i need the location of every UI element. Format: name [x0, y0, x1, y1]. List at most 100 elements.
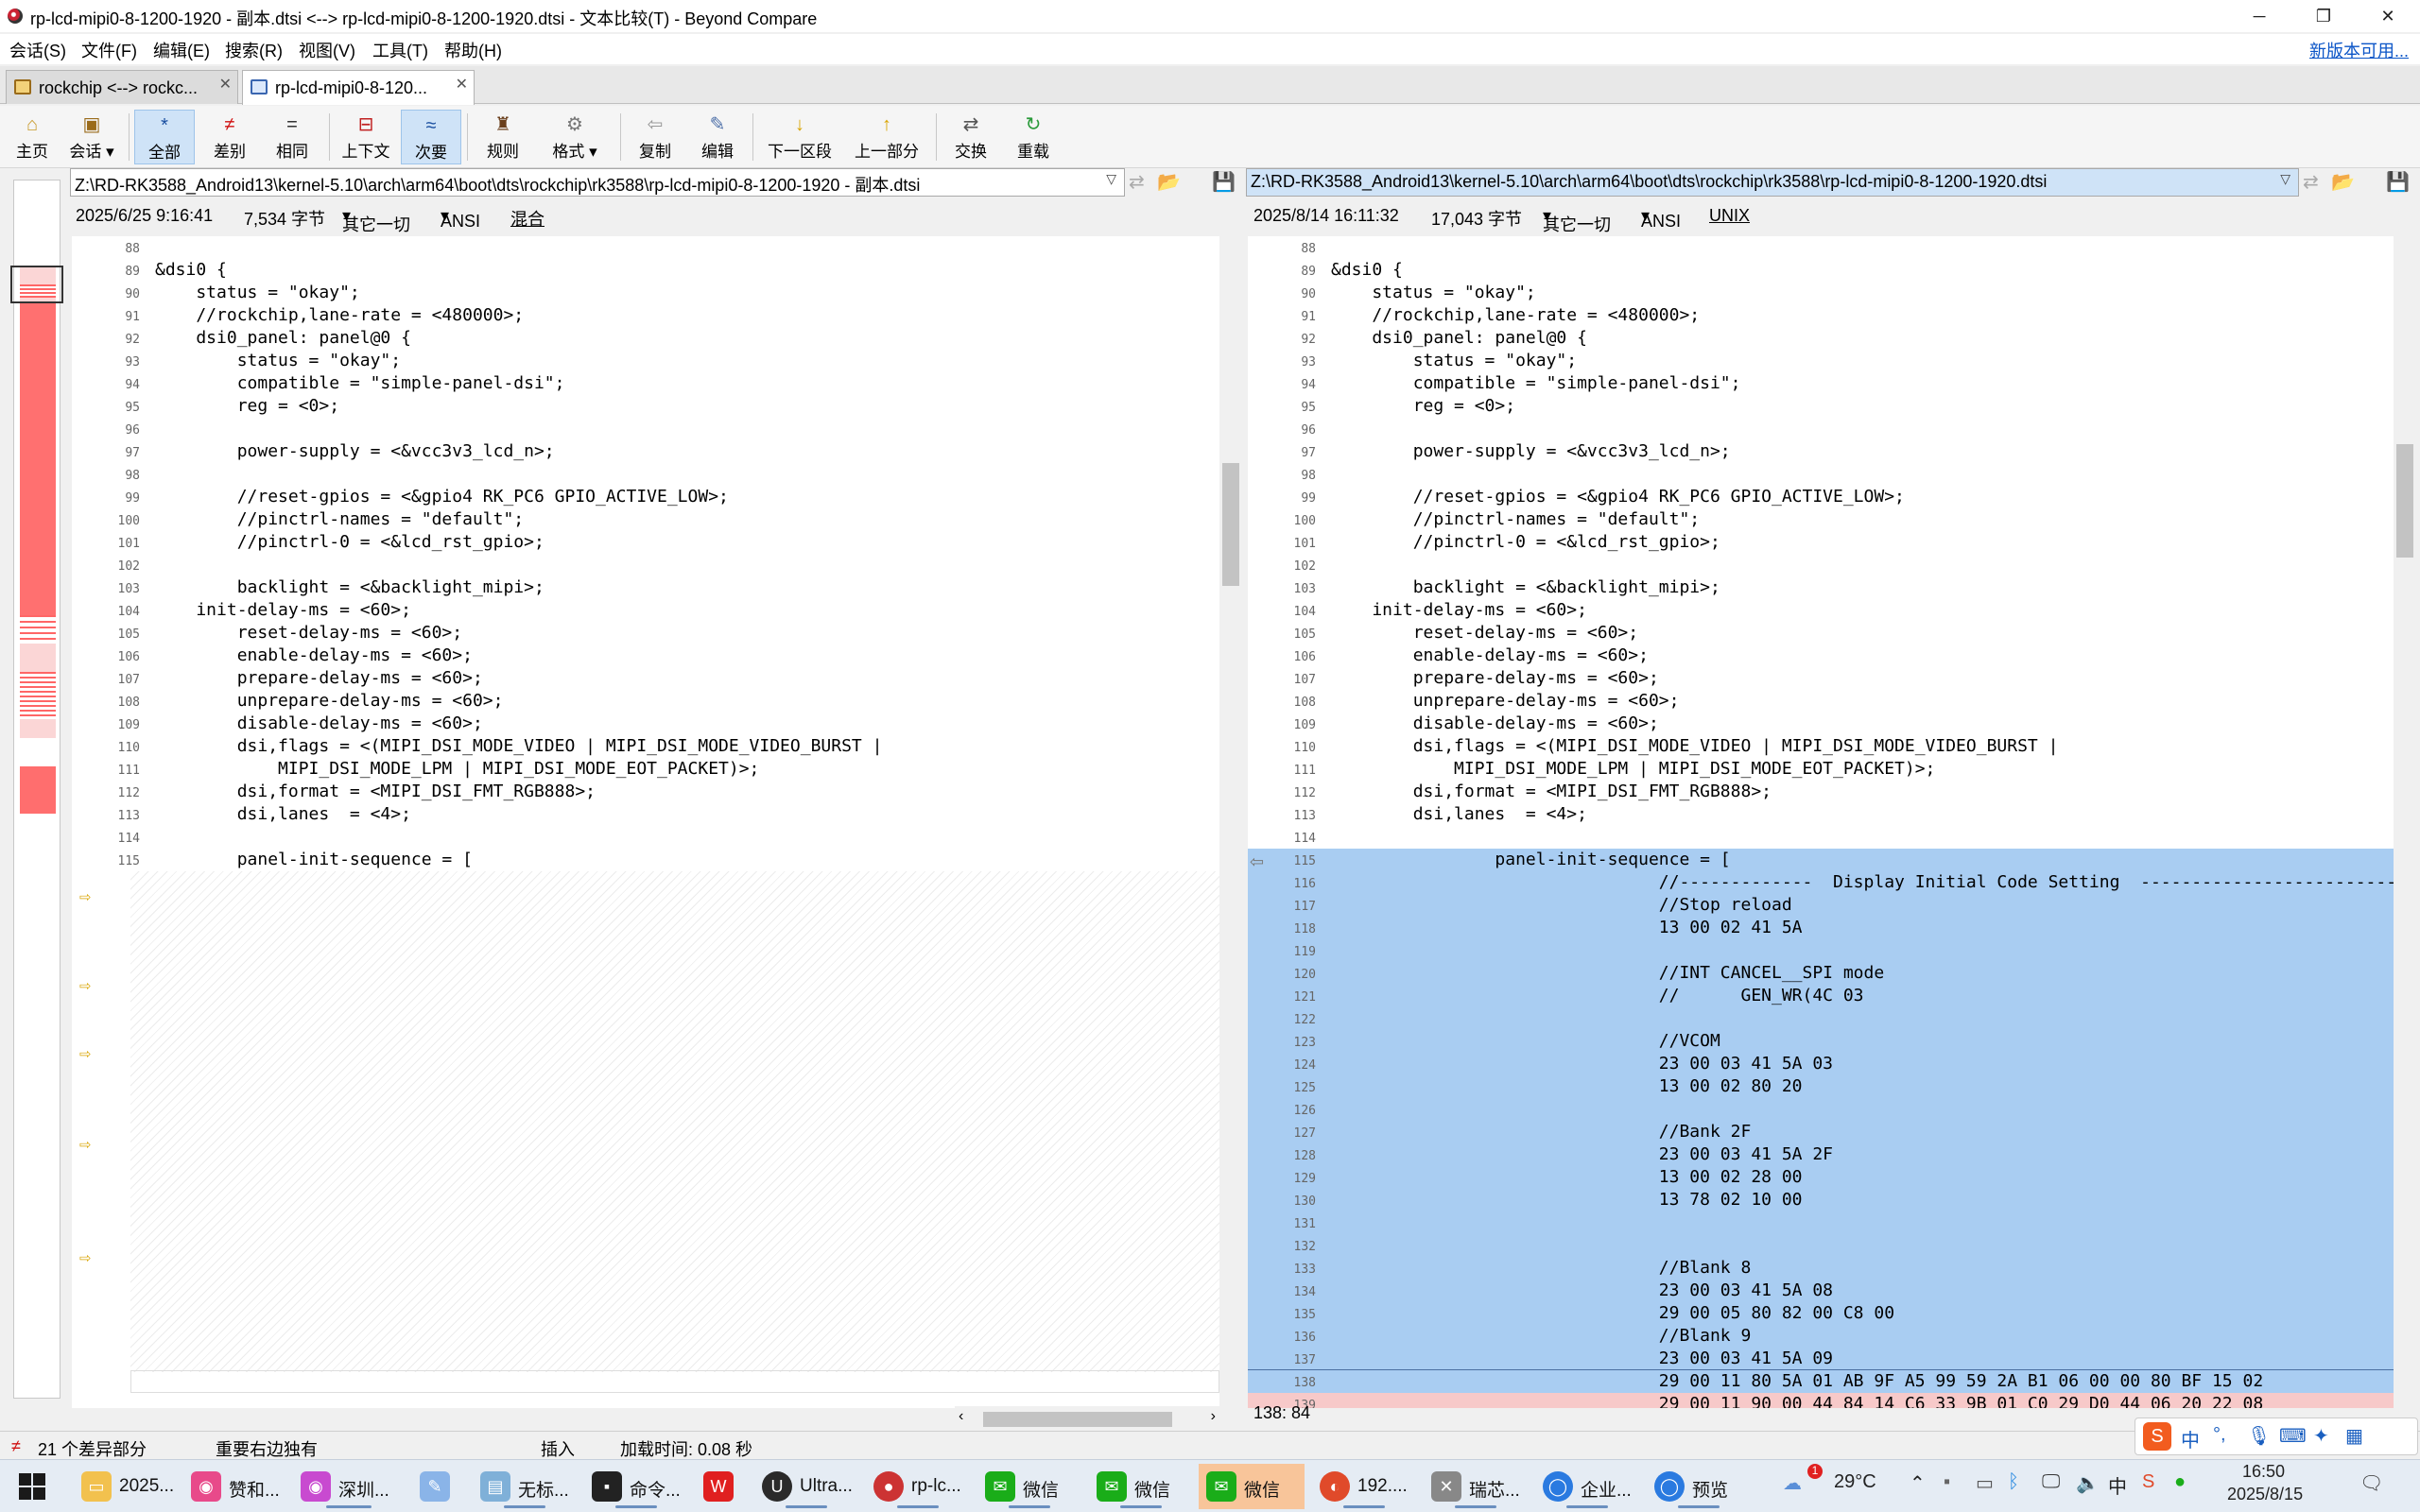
diff-arrow-icon[interactable]: ⇨ [79, 973, 91, 996]
keyboard-icon[interactable]: ⌨ [2279, 1424, 2307, 1448]
session-button[interactable]: ▣ 会话 ▾ [62, 110, 121, 164]
tab-text-compare[interactable]: rp-lcd-mipi0-8-120... ✕ [242, 70, 475, 105]
task-wechat-2[interactable]: ✉ 微信 [1089, 1464, 1193, 1509]
right-open-folder-icon[interactable]: 📂 [2331, 170, 2369, 195]
filter-all-button[interactable]: * 全部 [134, 110, 195, 164]
left-open-folder-icon[interactable]: 📂 [1157, 170, 1195, 195]
task-notepad[interactable]: ▤ 无标... [473, 1464, 577, 1509]
skin-icon[interactable]: ✦ [2313, 1424, 2329, 1448]
scroll-thumb[interactable] [983, 1412, 1172, 1427]
task-beyond-compare[interactable]: ● rp-lc... [866, 1464, 970, 1509]
ime-indicator[interactable]: 中 [2108, 1471, 2127, 1499]
battery-icon[interactable]: ▭ [1976, 1471, 1994, 1495]
close-icon[interactable]: ✕ [456, 75, 468, 94]
scroll-left-icon[interactable]: ‹ [959, 1408, 963, 1425]
left-vertical-scrollbar[interactable] [1219, 236, 1242, 1408]
toolbox-icon[interactable]: ▦ [2345, 1424, 2363, 1448]
task-file-explorer[interactable]: ▭ 2025... [74, 1464, 178, 1509]
right-encoding-dropdown[interactable]: ANSI ▾ [1641, 206, 1681, 231]
clock-date[interactable]: 2025/8/15 [2227, 1485, 2303, 1504]
weather-icon[interactable]: ☁ [1783, 1471, 1802, 1495]
menu-help[interactable]: 帮助(H) [444, 38, 502, 62]
left-horizontal-scrollbar[interactable]: ‹ › [955, 1406, 1219, 1433]
diff-arrow-icon[interactable]: ⇨ [79, 1246, 91, 1268]
minor-button[interactable]: ≈ 次要 [401, 110, 461, 164]
reload-button[interactable]: ↻ 重载 [1004, 110, 1063, 164]
diff-overview-map[interactable] [10, 180, 63, 1399]
menu-edit[interactable]: 编辑(E) [153, 38, 210, 62]
right-save-icon[interactable]: 💾 [2386, 170, 2420, 195]
format-button[interactable]: ⚙ 格式 ▾ [537, 110, 613, 164]
diff-arrow-icon[interactable]: ⇨ [79, 1041, 91, 1064]
filter-diffs-button[interactable]: ≠ 差别 [200, 110, 259, 164]
right-other-dropdown[interactable]: 其它一切 ▾ [1543, 206, 1611, 234]
task-enterprise-chat[interactable]: ◯ 企业... [1535, 1464, 1639, 1509]
task-ultraedit[interactable]: U Ultra... [754, 1464, 858, 1509]
close-button[interactable]: ✕ [2356, 0, 2420, 32]
rules-button[interactable]: ♜ 规则 [473, 110, 533, 164]
task-wps[interactable]: W [696, 1464, 747, 1509]
swap-button[interactable]: ⇄ 交换 [942, 110, 1000, 164]
tab-folder-compare[interactable]: rockchip <--> rockc... ✕ [6, 70, 238, 104]
tray-chevron-up-icon[interactable]: ⌃ [1910, 1471, 1926, 1495]
left-path-input[interactable]: Z:\RD-RK3588_Android13\kernel-5.10\arch\… [70, 168, 1125, 197]
chevron-down-icon[interactable]: ▽ [2280, 171, 2290, 187]
context-button[interactable]: ⊟ 上下文 [335, 110, 397, 164]
punctuation-icon[interactable]: °, [2213, 1424, 2226, 1446]
left-line-ending[interactable]: 混合 [510, 206, 544, 231]
task-wechat-3[interactable]: ✉ 微信 [1199, 1464, 1305, 1509]
task-rockchip-tool[interactable]: ✕ 瑞芯... [1424, 1464, 1528, 1509]
menu-view[interactable]: 视图(V) [299, 38, 355, 62]
chevron-down-icon[interactable]: ▽ [1106, 171, 1116, 187]
microphone-icon[interactable]: 🎙 [2247, 1424, 2271, 1448]
copy-button[interactable]: ⇦ 复制 [626, 110, 684, 164]
ime-chinese-mode[interactable]: 中 [2181, 1425, 2200, 1452]
right-path-input[interactable]: Z:\RD-RK3588_Android13\kernel-5.10\arch\… [1246, 168, 2299, 197]
task-paint[interactable]: ✎ [412, 1464, 467, 1509]
restore-button[interactable]: ❐ [2291, 0, 2356, 32]
menu-tools[interactable]: 工具(T) [372, 38, 428, 62]
menu-session[interactable]: 会话(S) [9, 38, 66, 62]
task-preview[interactable]: ◯ 预览 [1647, 1464, 1751, 1509]
right-line-ending[interactable]: UNIX [1709, 206, 1750, 226]
volume-icon[interactable]: 🔈 [2076, 1471, 2100, 1495]
task-terminal[interactable]: ▪ 命令... [584, 1464, 688, 1509]
menu-search[interactable]: 搜索(R) [225, 38, 283, 62]
scroll-thumb[interactable] [2396, 444, 2413, 558]
left-encoding-dropdown[interactable]: ANSI ▾ [441, 206, 480, 231]
scroll-thumb[interactable] [1222, 463, 1239, 586]
new-version-link[interactable]: 新版本可用... [2309, 38, 2409, 62]
diff-arrow-icon[interactable]: ⇦ [1250, 852, 1264, 872]
bluetooth-icon[interactable]: ᛒ [2008, 1471, 2019, 1493]
filter-same-button[interactable]: = 相同 [263, 110, 321, 164]
diff-arrow-icon[interactable]: ⇨ [79, 885, 91, 907]
task-remote[interactable]: ◐ 192.... [1312, 1464, 1416, 1509]
prev-section-button[interactable]: ↑ 上一部分 [845, 110, 928, 164]
next-section-button[interactable]: ↓ 下一区段 [758, 110, 841, 164]
tray-app-icon[interactable]: ▪ [1944, 1471, 1950, 1493]
clock-time[interactable]: 16:50 [2242, 1462, 2285, 1482]
sogou-icon[interactable]: S [2142, 1471, 2154, 1493]
weather-temp[interactable]: 29°C [1834, 1471, 1876, 1493]
sogou-logo-icon[interactable]: S [2143, 1422, 2171, 1451]
left-other-dropdown[interactable]: 其它一切 ▾ [342, 206, 410, 234]
home-button[interactable]: ⌂ 主页 [8, 110, 57, 164]
wechat-tray-icon[interactable]: ● [2174, 1471, 2186, 1493]
task-wechat-1[interactable]: ✉ 微信 [977, 1464, 1081, 1509]
task-browser-1[interactable]: ◉ 赞和... [183, 1464, 287, 1509]
right-vertical-scrollbar[interactable] [2394, 236, 2416, 1408]
network-icon[interactable]: 🖵 [2042, 1471, 2060, 1493]
left-save-icon[interactable]: 💾 [1212, 170, 1250, 195]
overview-viewport[interactable] [10, 266, 63, 303]
scroll-right-icon[interactable]: › [1211, 1408, 1216, 1425]
close-icon[interactable]: ✕ [219, 75, 232, 94]
diff-arrow-icon[interactable]: ⇨ [79, 1132, 91, 1155]
notification-icon[interactable]: 🗨 [2360, 1471, 2383, 1495]
right-code-pane[interactable]: 88 89 &dsi0 {90 status = "okay"; 91 //rockc… [1248, 236, 2394, 1408]
task-browser-2[interactable]: ◉ 深圳... [293, 1464, 405, 1509]
left-code-pane[interactable]: 88 89 &dsi0 { 90 status = "okay"; 91 //ro… [72, 236, 1219, 1408]
edit-button[interactable]: ✎ 编辑 [688, 110, 747, 164]
minimize-button[interactable]: ─ [2227, 0, 2291, 32]
menu-file[interactable]: 文件(F) [81, 38, 137, 62]
start-icon[interactable] [19, 1473, 45, 1500]
